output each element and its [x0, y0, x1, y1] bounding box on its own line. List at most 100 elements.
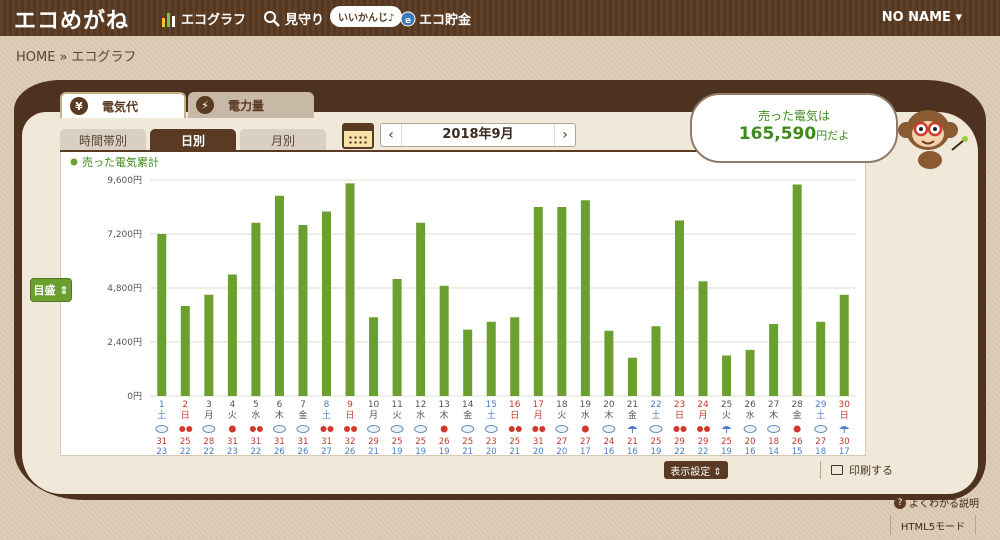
umbrella-icon — [839, 426, 850, 429]
tab-electricity-amount[interactable]: ⚡ 電力量 — [188, 92, 314, 118]
chart-bar — [416, 222, 426, 396]
x-tick-label: 7 — [300, 400, 306, 410]
chart-bar — [204, 294, 214, 396]
x-tick-label: 19 — [580, 400, 592, 410]
weekday-label: 水 — [251, 409, 260, 421]
weekday-label: 火 — [393, 410, 402, 421]
prev-month-button[interactable]: ‹ — [381, 127, 401, 143]
temp-low-label: 23 — [227, 447, 238, 456]
temp-low-label: 22 — [698, 447, 709, 456]
cloud-icon — [484, 425, 498, 433]
cloud-icon — [367, 425, 381, 433]
print-button[interactable]: 印刷する — [820, 461, 900, 479]
temp-high-label: 27 — [580, 437, 591, 447]
weekday-label: 木 — [604, 409, 613, 421]
chart-bar — [392, 279, 402, 396]
x-tick-label: 21 — [627, 400, 638, 410]
temp-high-label: 20 — [745, 437, 756, 447]
x-tick-label: 20 — [603, 400, 615, 410]
weekday-label: 月 — [699, 410, 708, 421]
sun-icon — [228, 425, 236, 433]
temp-low-label: 19 — [651, 447, 662, 456]
tab-electricity-cost-label: 電気代 — [102, 99, 139, 114]
weekday-label: 金 — [298, 409, 307, 421]
nav-eco-graph[interactable]: エコグラフ — [160, 9, 246, 28]
weekday-label: 金 — [463, 409, 472, 421]
html5-mode-button[interactable]: HTML5モード — [890, 515, 976, 535]
temp-low-label: 19 — [415, 447, 426, 456]
nav-mimamori-label: 見守り — [285, 13, 325, 28]
temp-high-label: 26 — [792, 437, 803, 447]
print-label: 印刷する — [849, 464, 893, 477]
chart-bar — [533, 207, 543, 396]
scale-select-button[interactable]: 目盛 ⇕ — [30, 278, 72, 302]
chart-bar — [486, 321, 496, 396]
chart-bar — [510, 317, 520, 396]
daily-sold-electricity-chart: 売った電気累計0円2,400円4,800円7,200円9,600円1土31232… — [70, 155, 856, 456]
breadcrumb-home[interactable]: HOME — [16, 50, 55, 65]
sun-icon — [344, 426, 351, 432]
chart-bar — [651, 326, 661, 396]
temp-low-label: 18 — [815, 447, 826, 456]
help-label: よくわかる説明 — [909, 499, 979, 510]
weekday-label: 水 — [746, 409, 755, 421]
x-tick-label: 25 — [721, 400, 732, 410]
cloud-icon — [461, 425, 475, 433]
subtab-daily[interactable]: 日別 — [150, 129, 236, 151]
nav-eco-savings-label: エコ貯金 — [419, 13, 472, 28]
x-tick-label: 5 — [253, 400, 259, 410]
x-tick-label: 13 — [438, 400, 449, 410]
sun-icon — [532, 426, 539, 432]
help-link[interactable]: ? よくわかる説明 — [894, 495, 979, 510]
temp-high-label: 28 — [203, 437, 214, 447]
calendar-icon[interactable] — [342, 123, 374, 149]
chevron-down-icon: ▾ — [955, 10, 962, 25]
weekday-label: 木 — [769, 409, 778, 421]
breadcrumb: HOME » エコグラフ — [16, 46, 136, 65]
logo[interactable]: エコめがね — [14, 3, 129, 35]
weekday-label: 日 — [181, 410, 190, 421]
chart-bar — [792, 184, 802, 396]
weekday-label: 日 — [510, 410, 519, 421]
chart-bar — [180, 306, 190, 396]
sun-icon — [680, 426, 687, 432]
temp-high-label: 31 — [250, 437, 261, 447]
sun-icon — [179, 426, 186, 432]
user-menu[interactable]: NO NAME ▾ — [882, 10, 962, 25]
weekday-label: 日 — [840, 410, 849, 421]
temp-low-label: 26 — [298, 447, 309, 456]
weekday-label: 月 — [534, 410, 543, 421]
chart-bar — [745, 349, 755, 396]
nav-eco-savings[interactable]: e エコ貯金 — [400, 9, 471, 28]
display-settings-button[interactable]: 表示設定 ⇕ — [664, 461, 728, 479]
temp-high-label: 18 — [768, 437, 779, 447]
chart-bar — [227, 274, 237, 396]
temp-low-label: 17 — [580, 447, 591, 456]
weekday-label: 土 — [157, 409, 166, 421]
temp-low-label: 26 — [345, 447, 356, 456]
nav-mimamori[interactable]: 見守り — [262, 9, 324, 28]
subtab-hourly[interactable]: 時間帯別 — [60, 129, 146, 151]
weekday-label: 金 — [628, 409, 637, 421]
cloud-icon — [743, 425, 757, 433]
question-icon: ? — [894, 496, 906, 509]
temp-high-label: 25 — [180, 437, 191, 447]
sun-icon — [793, 425, 801, 433]
temp-high-label: 30 — [839, 437, 850, 447]
temp-high-label: 25 — [415, 437, 426, 447]
tab-electricity-cost[interactable]: ¥ 電気代 — [60, 92, 186, 118]
tab-electricity-amount-label: 電力量 — [228, 98, 265, 113]
temp-low-label: 23 — [156, 447, 167, 456]
y-tick-label: 7,200円 — [107, 229, 142, 240]
x-tick-label: 10 — [368, 400, 380, 410]
weekday-label: 木 — [440, 409, 449, 421]
x-tick-label: 16 — [509, 400, 521, 410]
next-month-button[interactable]: › — [555, 127, 575, 143]
temp-high-label: 31 — [156, 437, 167, 447]
subtab-monthly[interactable]: 月別 — [240, 129, 326, 151]
weekday-label: 日 — [346, 410, 355, 421]
x-tick-label: 9 — [347, 400, 353, 410]
cloud-icon — [155, 425, 169, 433]
chart-bar — [769, 324, 779, 396]
sun-icon — [320, 426, 327, 432]
